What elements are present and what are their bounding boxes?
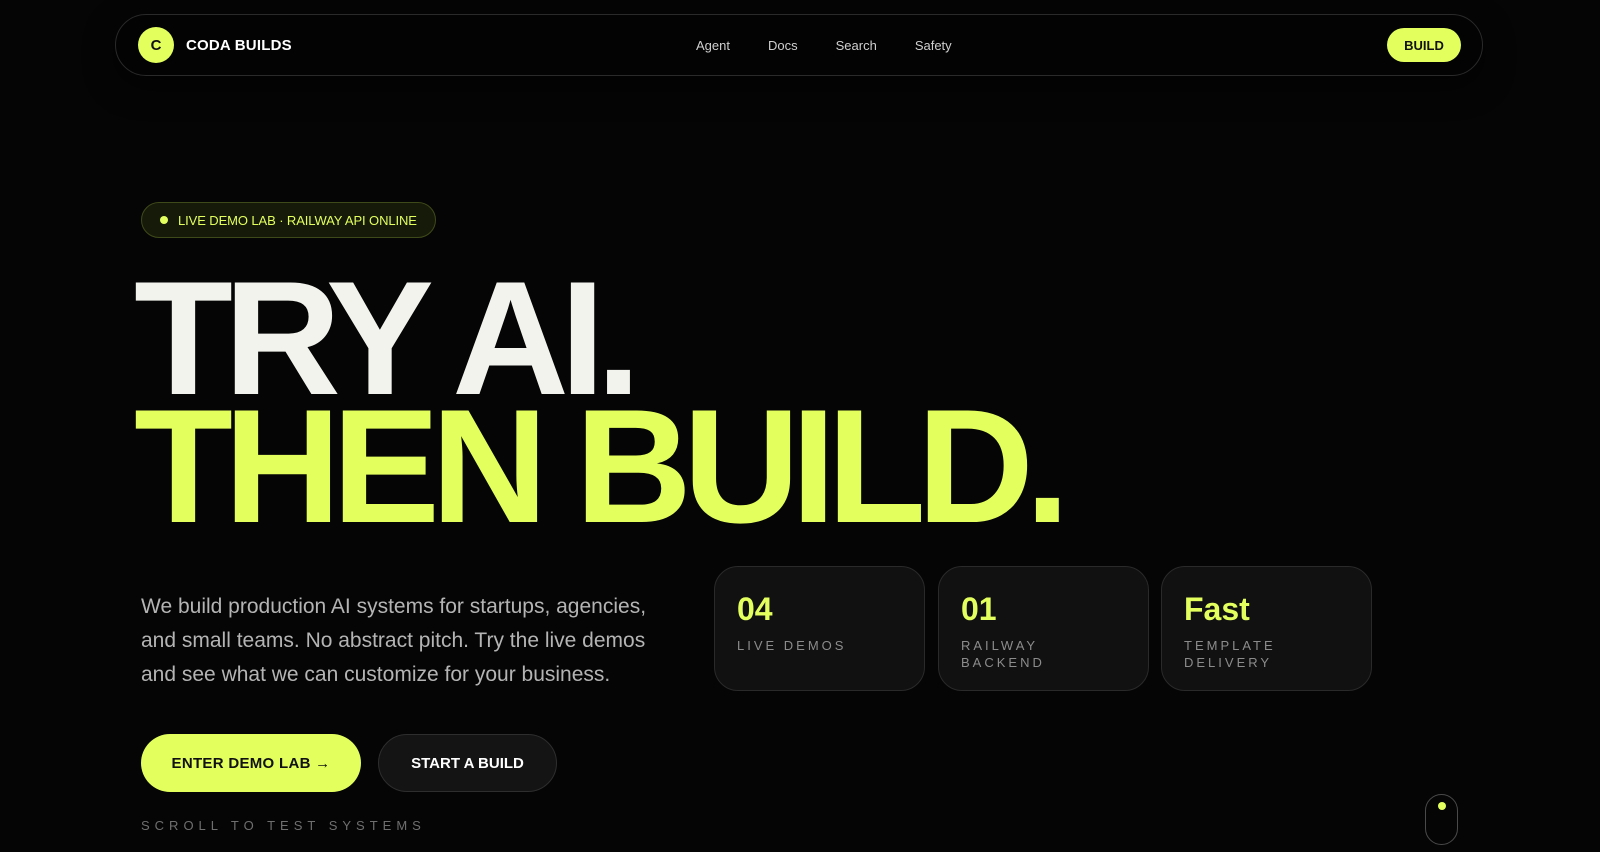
stat-card-railway-backend: 01 RAILWAY BACKEND — [938, 566, 1149, 691]
hero-description: We build production AI systems for start… — [141, 595, 647, 686]
stat-label: TEMPLATE DELIVERY — [1184, 638, 1276, 670]
stat-label: LIVE DEMOS — [737, 638, 847, 653]
nav-link-agent[interactable]: Agent — [696, 38, 730, 53]
stat-value: Fast — [1184, 591, 1250, 627]
status-badge: LIVE DEMO LAB · RAILWAY API ONLINE — [141, 202, 436, 238]
brand-name: CODA BUILDS — [186, 36, 292, 54]
brand-logo: C — [138, 27, 174, 63]
nav-link-safety[interactable]: Safety — [915, 38, 952, 53]
headline-line-2: THEN BUILD. — [134, 376, 1070, 557]
enter-demo-lab-button[interactable]: ENTER DEMO LAB → — [141, 734, 361, 792]
stat-value: 04 — [737, 591, 773, 627]
nav-links: Agent Docs Search Safety — [696, 15, 952, 75]
build-button[interactable]: BUILD — [1387, 28, 1461, 62]
nav-link-docs[interactable]: Docs — [768, 38, 798, 53]
stat-value: 01 — [961, 591, 997, 627]
top-nav: C CODA BUILDS Agent Docs Search Safety B… — [115, 14, 1483, 76]
status-dot-icon — [160, 216, 168, 224]
stat-card-live-demos: 04 LIVE DEMOS — [714, 566, 925, 691]
scroll-mouse-icon[interactable] — [1425, 794, 1458, 845]
scroll-wheel-dot-icon — [1438, 802, 1446, 810]
start-a-build-button[interactable]: START A BUILD — [378, 734, 557, 792]
stat-card-template-delivery: Fast TEMPLATE DELIVERY — [1161, 566, 1372, 691]
status-badge-text: LIVE DEMO LAB · RAILWAY API ONLINE — [178, 212, 417, 228]
scroll-hint: SCROLL TO TEST SYSTEMS — [141, 818, 426, 833]
brand[interactable]: C CODA BUILDS — [138, 27, 292, 63]
stat-label: RAILWAY BACKEND — [961, 638, 1045, 670]
nav-link-search[interactable]: Search — [836, 38, 877, 53]
